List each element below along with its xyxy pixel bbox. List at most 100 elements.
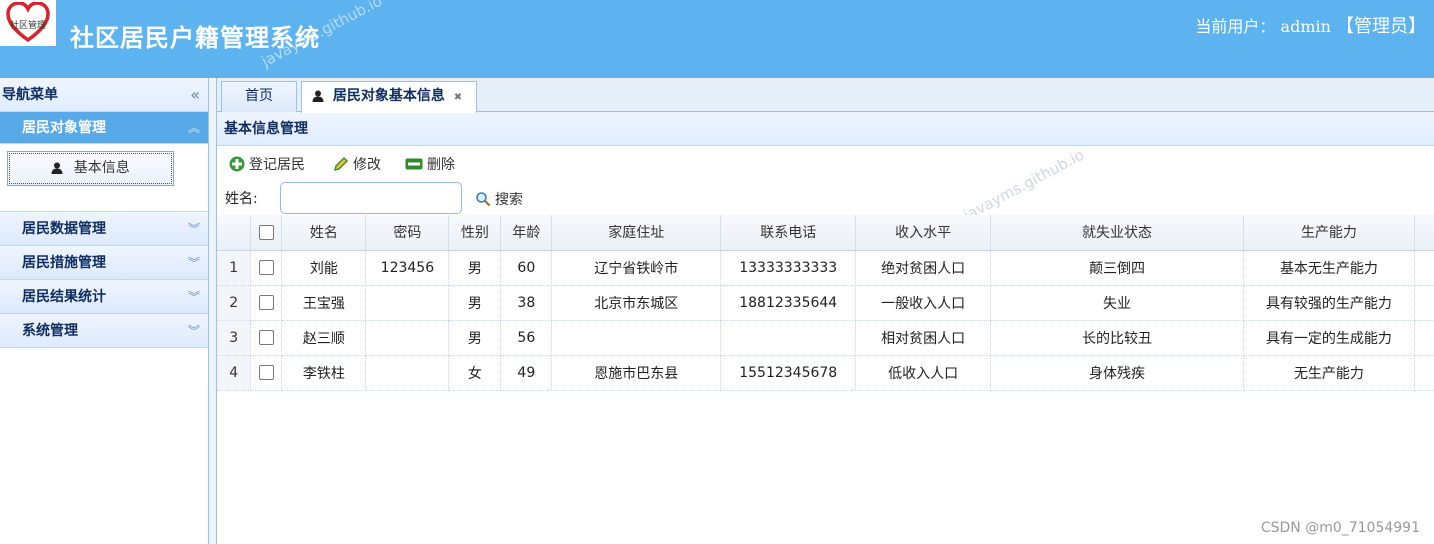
current-user-label: 当前用户： [1195, 17, 1276, 36]
cell-address: 恩施市巴东县 [551, 355, 722, 391]
current-username: admin [1280, 17, 1331, 36]
row-checkbox[interactable] [258, 295, 274, 310]
residents-table: 姓名 密码 性别 年龄 家庭住址 联系电话 收入水平 就失业状态 生产能力 1 … [217, 215, 1434, 391]
column-header[interactable]: 生产能力 [1243, 215, 1415, 251]
cell-employment: 长的比较丑 [990, 320, 1244, 356]
person-icon [312, 90, 324, 102]
tabs-bar: 首页 居民对象基本信息 ✖ [217, 78, 1434, 113]
edit-label: 修改 [353, 157, 381, 173]
add-resident-button[interactable]: 登记居民 [229, 154, 305, 174]
column-header[interactable]: 联系电话 [720, 215, 857, 251]
cell-age: 38 [500, 285, 553, 321]
chevron-up-icon: ︽ [187, 121, 200, 135]
cell-name: 李铁柱 [281, 355, 367, 391]
column-header[interactable]: 年龄 [500, 215, 553, 251]
sidebar-group-label: 居民数据管理 [22, 221, 106, 237]
cell-phone [720, 320, 857, 356]
chevron-down-icon: ︾ [187, 222, 200, 236]
person-icon [51, 162, 63, 174]
collapse-sidebar-icon[interactable]: « [190, 78, 200, 112]
search-button-label: 搜索 [495, 192, 523, 208]
add-resident-label: 登记居民 [249, 157, 305, 173]
search-name-input[interactable] [280, 182, 462, 214]
row-number: 2 [217, 285, 252, 321]
cell-employment: 颠三倒四 [990, 250, 1244, 286]
filler-header [1414, 215, 1434, 251]
close-icon[interactable]: ✖ [454, 92, 462, 103]
main-content: 首页 居民对象基本信息 ✖ 基本信息管理 javayms.github.io 登… [216, 78, 1434, 544]
nav-basic-info-label: 基本信息 [73, 160, 130, 176]
sidebar-group-resident-data[interactable]: 居民数据管理 ︾ [0, 212, 208, 246]
column-header[interactable]: 姓名 [281, 215, 367, 251]
column-header[interactable]: 就失业状态 [990, 215, 1244, 251]
tab-label: 居民对象基本信息 [332, 88, 445, 104]
delete-button[interactable]: 删除 [405, 154, 455, 174]
sidebar-group-label: 居民对象管理 [22, 120, 106, 136]
cell-employment: 身体残疾 [990, 355, 1244, 391]
cell-capacity: 具有较强的生产能力 [1243, 285, 1415, 321]
cell-age: 49 [500, 355, 553, 391]
table-row[interactable]: 2 王宝强 男 38 北京市东城区 18812335644 一般收入人口 失业 … [217, 285, 1434, 321]
filler-cell [1414, 285, 1434, 321]
table-row[interactable]: 3 赵三顺 男 56 相对贫困人口 长的比较丑 具有一定的生成能力 [217, 320, 1434, 356]
sidebar-group-body: 基本信息 [0, 144, 208, 212]
panel-title: 基本信息管理 [217, 112, 1434, 146]
row-checkbox[interactable] [258, 330, 274, 345]
cell-address: 北京市东城区 [551, 285, 722, 321]
row-checkbox[interactable] [258, 365, 274, 380]
select-all-checkbox[interactable] [258, 224, 274, 240]
cell-password [365, 320, 450, 356]
column-header[interactable]: 密码 [365, 215, 450, 251]
row-number: 4 [217, 355, 252, 391]
sidebar-title: 导航菜单 [2, 87, 58, 103]
app-header: 社区管理 社区居民户籍管理系统 javayms.github.io 当前用户： … [0, 0, 1434, 78]
sidebar-group-resident-object[interactable]: 居民对象管理 ︽ [0, 112, 208, 144]
current-user-role: 【管理员】 [1336, 16, 1426, 37]
sidebar-group-label: 居民结果统计 [22, 289, 106, 305]
row-number-header [217, 215, 252, 251]
sidebar-group-label: 居民措施管理 [22, 255, 106, 271]
sidebar-group-system[interactable]: 系统管理 ︾ [0, 314, 208, 348]
cell-income: 相对贫困人口 [855, 320, 992, 356]
logo-text: 社区管理 [9, 21, 46, 31]
cell-income: 一般收入人口 [855, 285, 992, 321]
search-button[interactable]: 搜索 [475, 189, 523, 209]
tab-home[interactable]: 首页 [221, 81, 297, 112]
cell-capacity: 基本无生产能力 [1243, 250, 1415, 286]
cell-name: 刘能 [281, 250, 367, 286]
sidebar: 导航菜单 « 居民对象管理 ︽ 基本信息 居民数据管理 ︾ 居民措施管理 ︾ 居… [0, 78, 209, 544]
nav-basic-info-button[interactable]: 基本信息 [7, 151, 174, 186]
cell-address: 辽宁省铁岭市 [551, 250, 722, 286]
table-row[interactable]: 4 李铁柱 女 49 恩施市巴东县 15512345678 低收入人口 身体残疾… [217, 355, 1434, 391]
column-header[interactable]: 性别 [448, 215, 502, 251]
search-icon [476, 192, 491, 207]
tab-resident-basic-info[interactable]: 居民对象基本信息 ✖ [301, 81, 477, 113]
table-header-row: 姓名 密码 性别 年龄 家庭住址 联系电话 收入水平 就失业状态 生产能力 [217, 215, 1434, 251]
row-number: 1 [217, 250, 252, 286]
search-name-label: 姓名: [225, 191, 258, 207]
filler-cell [1414, 355, 1434, 391]
chevron-down-icon: ︾ [187, 290, 200, 304]
sidebar-group-resident-results[interactable]: 居民结果统计 ︾ [0, 280, 208, 314]
cell-phone: 18812335644 [720, 285, 857, 321]
edit-button[interactable]: 修改 [333, 154, 381, 174]
sidebar-group-resident-measures[interactable]: 居民措施管理 ︾ [0, 246, 208, 280]
row-select-cell [250, 285, 283, 321]
cell-income: 绝对贫困人口 [855, 250, 992, 286]
cell-gender: 男 [448, 250, 502, 286]
pencil-icon [333, 156, 349, 172]
cell-income: 低收入人口 [855, 355, 992, 391]
chevron-down-icon: ︾ [187, 256, 200, 270]
plus-icon [229, 156, 245, 172]
row-number: 3 [217, 320, 252, 356]
table-row[interactable]: 1 刘能 123456 男 60 辽宁省铁岭市 13333333333 绝对贫困… [217, 250, 1434, 286]
minus-icon [405, 158, 423, 170]
column-header[interactable]: 收入水平 [855, 215, 992, 251]
toolbar: 登记居民 修改 删除 [217, 146, 1434, 180]
cell-gender: 女 [448, 355, 502, 391]
row-select-cell [250, 250, 283, 286]
select-all-header [250, 215, 283, 251]
row-checkbox[interactable] [258, 260, 274, 275]
column-header[interactable]: 家庭住址 [551, 215, 722, 251]
filler-cell [1414, 250, 1434, 286]
